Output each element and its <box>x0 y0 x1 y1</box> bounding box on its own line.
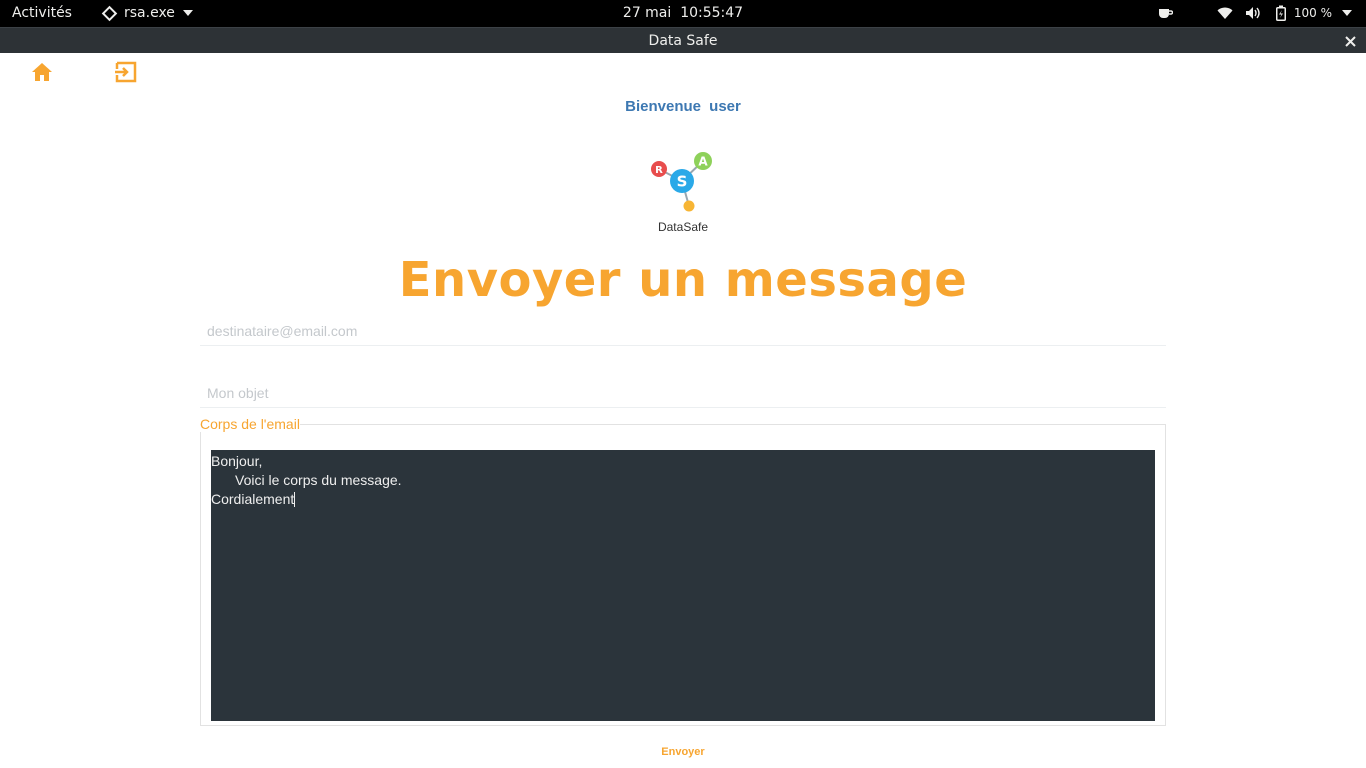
text-cursor <box>294 492 296 507</box>
send-button[interactable]: Envoyer <box>661 746 704 758</box>
app-menu[interactable]: rsa.exe <box>101 5 193 21</box>
logout-icon <box>115 61 137 83</box>
home-icon <box>32 63 52 81</box>
send-area: Envoyer <box>0 740 1366 759</box>
email-body-line-last: Cordialement <box>211 490 1155 509</box>
window-title-bar: Data Safe <box>0 27 1366 53</box>
clock-time: 10:55:47 <box>680 5 744 21</box>
chevron-down-icon <box>182 10 193 16</box>
window-title: Data Safe <box>648 33 718 49</box>
logout-button[interactable] <box>114 60 138 84</box>
home-button[interactable] <box>30 60 54 84</box>
recipient-email-input[interactable] <box>200 316 1166 346</box>
coffee-cup-icon <box>1156 4 1174 22</box>
volume-icon <box>1244 4 1262 22</box>
app-menu-label: rsa.exe <box>124 5 175 21</box>
logo-label: DataSafe <box>657 220 709 234</box>
app-icon <box>101 5 118 21</box>
logo-letter-a: A <box>698 155 708 169</box>
datasafe-logo: R A S <box>651 152 712 212</box>
wifi-icon <box>1216 4 1234 22</box>
logo-letter-s: S <box>677 173 688 191</box>
welcome-message: Bienvenue user <box>0 98 1366 115</box>
email-body-legend: Corps de l'email <box>200 416 300 432</box>
welcome-greeting: Bienvenue <box>625 98 701 115</box>
clock-date: 27 mai <box>622 5 672 21</box>
system-top-bar: Activités rsa.exe 27 mai 10:55:47 100 % <box>0 0 1366 27</box>
battery-indicator: 100 % <box>1272 4 1332 22</box>
close-icon <box>1344 35 1356 47</box>
email-body-editor[interactable]: Bonjour, Voici le corps du message. Cordia… <box>211 450 1155 721</box>
chevron-down-icon <box>1342 10 1352 16</box>
battery-charging-icon <box>1272 4 1290 22</box>
page-title: Envoyer un message <box>398 252 968 308</box>
system-tray[interactable]: 100 % <box>1156 4 1352 22</box>
email-body-group: Corps de l'email Bonjour, Voici le corps … <box>200 416 1166 726</box>
close-window-button[interactable] <box>1340 28 1360 54</box>
welcome-username: user <box>709 98 741 115</box>
email-body-line: Cordialement <box>211 491 295 507</box>
email-body-line: Voici le corps du message. <box>235 472 402 488</box>
activities-button[interactable]: Activités <box>12 5 72 21</box>
subject-input[interactable] <box>200 378 1166 408</box>
email-body-line: Bonjour, <box>211 453 263 469</box>
logo-letter-r: R <box>655 165 663 176</box>
clock-button[interactable]: 27 mai 10:55:47 <box>623 5 743 21</box>
battery-percentage: 100 % <box>1293 6 1332 20</box>
